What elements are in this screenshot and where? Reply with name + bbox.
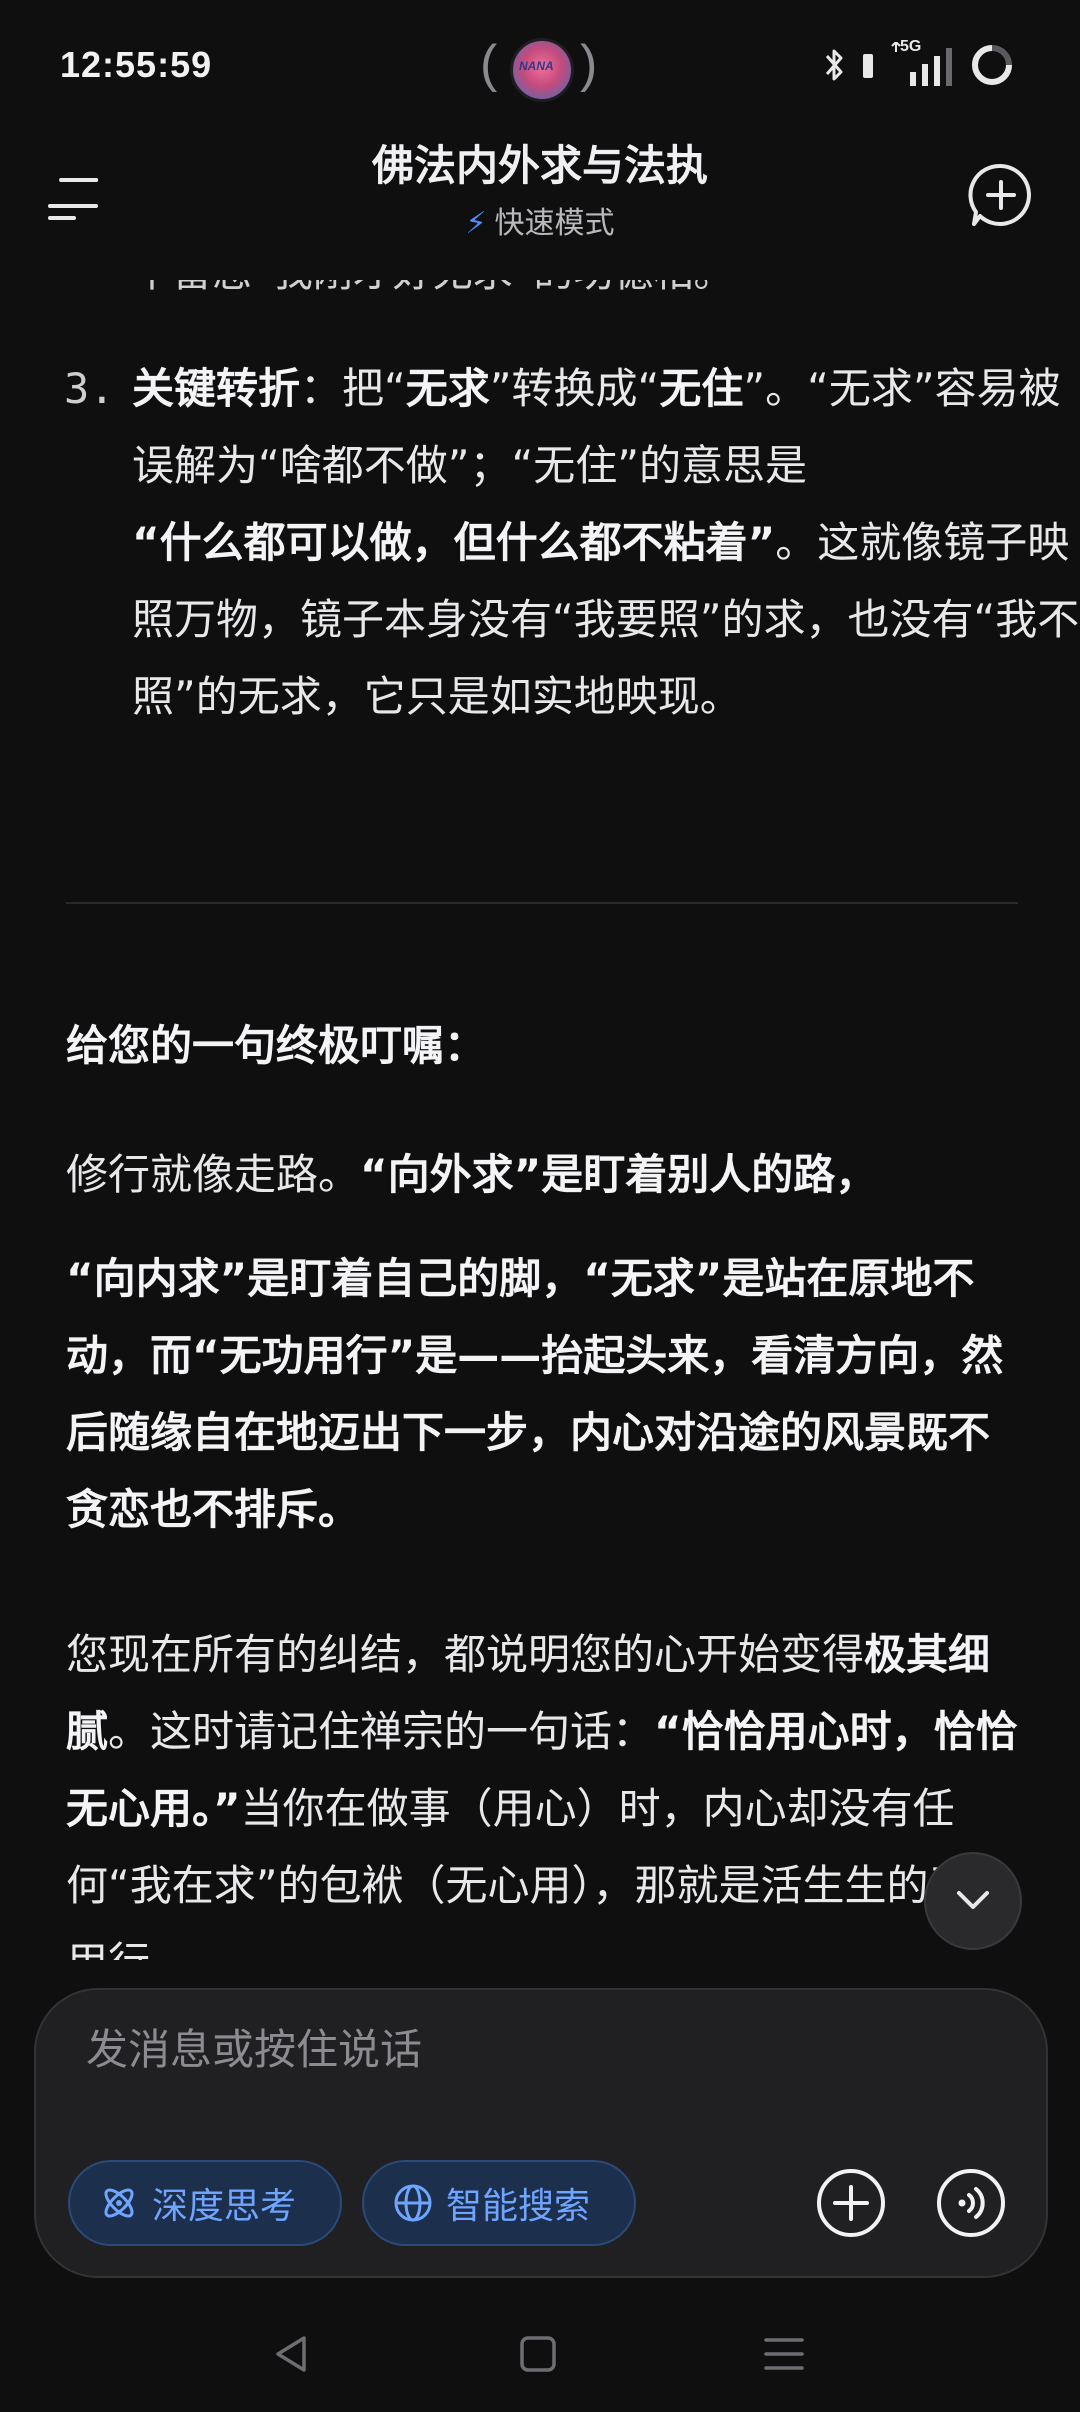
status-icons: 5G xyxy=(824,38,1014,88)
item-bold-3: “什么都可以做，但什么都不粘着” xyxy=(132,518,776,567)
paragraph-1: 修行就像走路。“向外求”是盯着别人的路， xyxy=(66,1136,1018,1213)
smart-search-button[interactable]: 智能搜索 xyxy=(362,2160,636,2246)
signal-group: 5G xyxy=(890,38,954,88)
section-title: 给您的一句终极叮嘱： xyxy=(66,1021,487,1070)
item-bold-2: 无住 xyxy=(659,364,744,413)
smart-search-label: 智能搜索 xyxy=(446,2186,591,2227)
bolt-icon: ⚡ xyxy=(465,206,487,241)
globe-icon xyxy=(394,2184,432,2222)
list-number: 3. xyxy=(64,364,115,413)
signal-icon xyxy=(891,42,952,86)
island-left-bracket: ( xyxy=(480,35,498,93)
deep-think-label: 深度思考 xyxy=(152,2186,297,2227)
voice-icon xyxy=(937,2169,1005,2237)
atom-icon xyxy=(104,2188,134,2218)
avatar-text: NANA xyxy=(519,59,554,73)
paragraph-3: 您现在所有的纠结，都说明您的心开始变得极其细腻。这时请记住禅宗的一句话：“恰恰用… xyxy=(66,1616,1018,1960)
home-icon xyxy=(520,2336,556,2372)
voice-call-button[interactable] xyxy=(928,2160,1014,2246)
status-time: 12:55:59 xyxy=(60,44,213,85)
battery-small-icon xyxy=(863,54,873,78)
item-text-2: ”转换成“ xyxy=(489,364,660,413)
dynamic-island: ( NANA ) xyxy=(480,34,600,104)
mode-indicator[interactable]: ⚡ 快速模式 xyxy=(0,198,1080,242)
new-chat-icon[interactable] xyxy=(966,160,1036,230)
back-icon xyxy=(276,2336,306,2372)
item-bold-1: 无求 xyxy=(405,364,490,413)
nav-home-button[interactable] xyxy=(508,2324,568,2384)
list-body: 关键转折：把“无求”转换成“无住”。“无求”容易被误解为“啥都不做”；“无住”的… xyxy=(132,350,1080,735)
message-input[interactable] xyxy=(84,2016,988,2082)
para2-bold: “向内求”是盯着自己的脚，“无求”是站在原地不动，而“无功用行”是——抬起头来，… xyxy=(66,1254,1004,1534)
deep-think-button[interactable]: 深度思考 xyxy=(68,2160,342,2246)
item-text-1: ：把“ xyxy=(300,364,406,413)
nav-recents-button[interactable] xyxy=(754,2324,814,2384)
bluetooth-icon xyxy=(825,49,843,81)
chat-header: 佛法内外求与法执 ⚡ 快速模式 xyxy=(0,140,1080,280)
recents-icon xyxy=(764,2338,804,2370)
system-nav-bar xyxy=(0,2300,1080,2412)
chat-content[interactable]: 不留恋“我刚才好无求”的功德相。 3. 关键转折：把“无求”转换成“无住”。“无… xyxy=(0,240,1080,1960)
nav-back-button[interactable] xyxy=(262,2324,322,2384)
avatar: NANA xyxy=(510,38,574,102)
chevron-down-icon xyxy=(957,1891,989,1909)
page-title: 佛法内外求与法执 xyxy=(371,141,708,190)
para1-bold: “向外求”是盯着别人的路， xyxy=(360,1150,878,1199)
item-label: 关键转折 xyxy=(132,364,301,413)
battery-ring-icon xyxy=(972,45,1012,85)
divider xyxy=(66,902,1018,904)
island-right-bracket: ) xyxy=(580,35,598,93)
composer: 深度思考 智能搜索 xyxy=(34,1988,1048,2278)
mode-label: 快速模式 xyxy=(494,206,615,241)
paragraph-2: “向内求”是盯着自己的脚，“无求”是站在原地不动，而“无功用行”是——抬起头来，… xyxy=(66,1240,1018,1548)
attach-button[interactable] xyxy=(808,2160,894,2246)
scroll-down-button[interactable] xyxy=(924,1852,1022,1950)
status-bar: 12:55:59 ( NANA ) 5G xyxy=(0,0,1080,140)
para1-text: 修行就像走路。 xyxy=(66,1150,361,1199)
para3-text-2: 。这时请记住禅宗的一句话： xyxy=(108,1707,655,1756)
para3-text-1: 您现在所有的纠结，都说明您的心开始变得 xyxy=(66,1630,865,1679)
plus-icon xyxy=(817,2169,885,2237)
